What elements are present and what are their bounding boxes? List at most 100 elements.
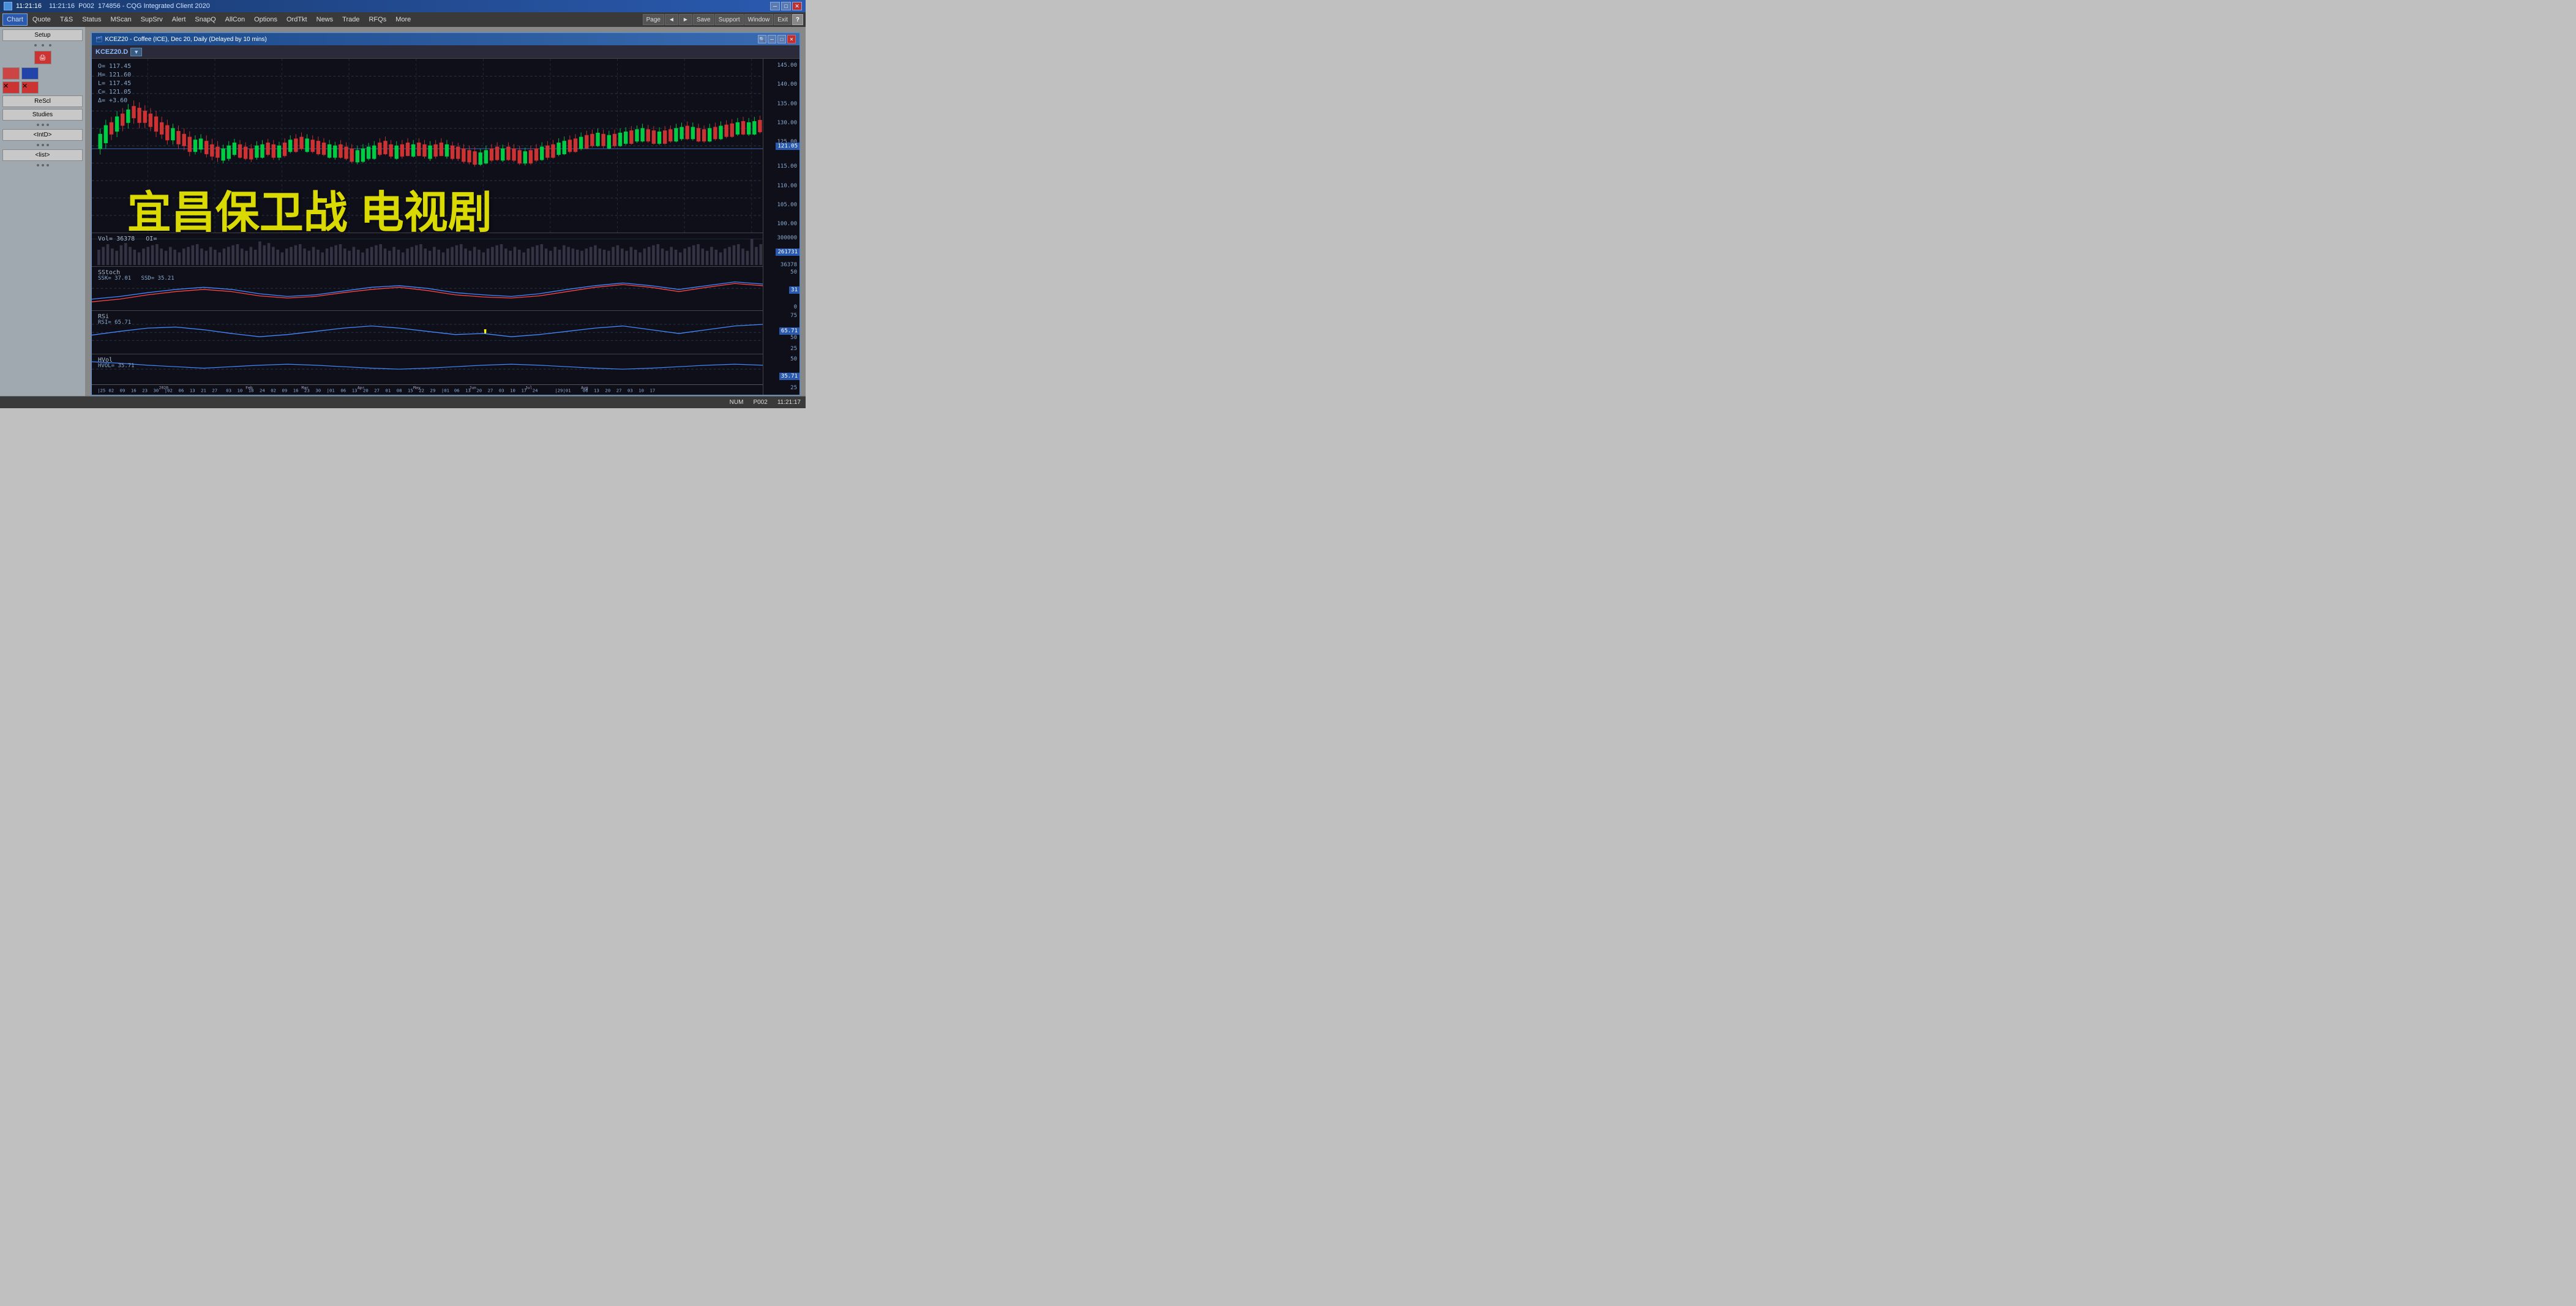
page-button[interactable]: Page	[643, 14, 664, 25]
intd-button[interactable]: <IntD>	[2, 129, 83, 141]
minimize-button[interactable]: ─	[770, 2, 780, 10]
menu-rfqs[interactable]: RFQs	[364, 13, 391, 26]
status-account: P002	[753, 399, 767, 406]
help-button[interactable]: ?	[792, 14, 803, 25]
menu-ordtkt[interactable]: OrdTkt	[282, 13, 312, 26]
exit-button[interactable]: Exit	[774, 14, 792, 25]
menu-chart[interactable]: Chart	[2, 13, 28, 26]
save-button[interactable]: Save	[693, 14, 714, 25]
status-num: NUM	[730, 399, 744, 406]
list-button[interactable]: <list>	[2, 149, 83, 161]
status-time: 11:21:17	[777, 399, 801, 406]
current-price-label: 121.05	[776, 143, 799, 150]
y-label-100: 100.00	[777, 221, 797, 227]
svg-text:22: 22	[419, 388, 424, 393]
status-bar: NUM P002 11:21:17	[0, 396, 806, 408]
chart-search-icon[interactable]: 🔍	[758, 35, 766, 43]
menu-allcon[interactable]: AllCon	[221, 13, 249, 26]
title-full: 11:21:16 P002 174856 - CQG Integrated Cl…	[49, 2, 210, 10]
y-sstoch-0: 0	[794, 304, 797, 310]
y-rsi-highlight: 65.71	[779, 327, 799, 335]
svg-text:06: 06	[340, 388, 346, 393]
close-button[interactable]: ✕	[792, 2, 802, 10]
menu-mscan[interactable]: MScan	[106, 13, 135, 26]
setup-button[interactable]: Setup	[2, 29, 83, 41]
menu-options[interactable]: Options	[250, 13, 282, 26]
svg-text:27: 27	[616, 388, 622, 393]
prev-button[interactable]: ◄	[665, 14, 678, 25]
ohlc-close: C= 121.05	[98, 88, 131, 97]
menu-alert[interactable]: Alert	[168, 13, 190, 26]
svg-text:16: 16	[293, 388, 299, 393]
color-btn-red-3[interactable]: ✕	[21, 81, 39, 94]
chart-minimize-btn[interactable]: ─	[768, 35, 776, 43]
svg-text:16: 16	[131, 388, 137, 393]
svg-text:|25: |25	[97, 388, 105, 393]
svg-text:|29|01: |29|01	[555, 388, 571, 393]
menu-snapq[interactable]: SnapQ	[190, 13, 220, 26]
menu-quote[interactable]: Quote	[28, 13, 55, 26]
y-label-105: 105.00	[777, 202, 797, 208]
rescl-button[interactable]: ReScl	[2, 95, 83, 107]
y-rsi-25: 25	[790, 346, 797, 352]
y-rsi-50: 50	[790, 335, 797, 341]
y-label-115: 115.00	[777, 163, 797, 170]
chart-title-bar: 🗂 KCEZ20 - Coffee (ICE), Dec 20, Daily (…	[92, 33, 799, 45]
chart-settings-btn[interactable]: ▼	[130, 48, 142, 56]
title-bar-left: 11:21:16 11:21:16 P002 174856 - CQG Inte…	[4, 2, 210, 10]
app-icon	[4, 2, 12, 10]
ohlc-info: O= 117.45 H= 121.60 L= 117.45 C= 121.05 …	[98, 62, 131, 105]
y-sstoch-50: 50	[790, 269, 797, 275]
print-icon[interactable]: 🖨	[34, 51, 51, 64]
svg-text:|01: |01	[327, 388, 335, 393]
studies-button[interactable]: Studies	[2, 109, 83, 121]
title-bar-controls[interactable]: ─ □ ✕	[770, 2, 802, 10]
chart-area: 🗂 KCEZ20 - Coffee (ICE), Dec 20, Daily (…	[86, 27, 806, 408]
ohlc-open: O= 117.45	[98, 62, 131, 71]
hvol-value: HVOL= 35.71	[98, 363, 135, 369]
color-btn-blue-1[interactable]	[21, 67, 39, 80]
y-label-135: 135.00	[777, 101, 797, 107]
svg-text:27: 27	[212, 388, 217, 393]
svg-text:23: 23	[304, 388, 310, 393]
chart-close-btn[interactable]: ✕	[787, 35, 796, 43]
y-label-145: 145.00	[777, 62, 797, 69]
svg-text:17: 17	[521, 388, 526, 393]
ohlc-low: L= 117.45	[98, 80, 131, 88]
chart-maximize-btn[interactable]: □	[777, 35, 786, 43]
menu-more[interactable]: More	[391, 13, 415, 26]
y-vol-highlight: 261731	[776, 248, 799, 256]
menu-ts[interactable]: T&S	[56, 13, 77, 26]
color-btn-red-2[interactable]: ✕	[2, 81, 20, 94]
svg-text:24: 24	[533, 388, 538, 393]
svg-text:06: 06	[454, 388, 460, 393]
svg-text:03: 03	[226, 388, 231, 393]
window-button[interactable]: Window	[744, 14, 774, 25]
menu-trade[interactable]: Trade	[338, 13, 364, 26]
svg-text:20: 20	[605, 388, 610, 393]
svg-text:|01: |01	[441, 388, 449, 393]
svg-text:13: 13	[465, 388, 471, 393]
svg-text:06: 06	[583, 388, 588, 393]
y-axis-rsi: 75 65.71 50 25	[763, 311, 799, 354]
next-button[interactable]: ►	[679, 14, 692, 25]
menu-news[interactable]: News	[312, 13, 338, 26]
y-rsi-75: 75	[790, 313, 797, 319]
svg-text:27: 27	[488, 388, 493, 393]
rsi-panel: RSi RSI= 65.71 '	[92, 311, 763, 354]
maximize-button[interactable]: □	[781, 2, 791, 10]
svg-text:13: 13	[352, 388, 358, 393]
color-btn-red-1[interactable]	[2, 67, 20, 80]
menu-status[interactable]: Status	[78, 13, 105, 26]
y-axis-sstoch: 50 31 0	[763, 267, 799, 310]
svg-text:02: 02	[108, 388, 114, 393]
sstoch-chart	[92, 267, 763, 310]
menu-supsrv[interactable]: SupSrv	[137, 13, 167, 26]
svg-text:06: 06	[179, 388, 184, 393]
support-button[interactable]: Support	[715, 14, 744, 25]
sstoch-panel: SStoch SSK= 37.01 SSD= 35.21	[92, 267, 763, 310]
y-vol-300k: 300000	[777, 235, 797, 241]
y-axis-vol: 300000 261731 36378	[763, 233, 799, 267]
y-label-140: 140.00	[777, 81, 797, 88]
ohlc-delta: Δ= +3.60	[98, 97, 131, 105]
